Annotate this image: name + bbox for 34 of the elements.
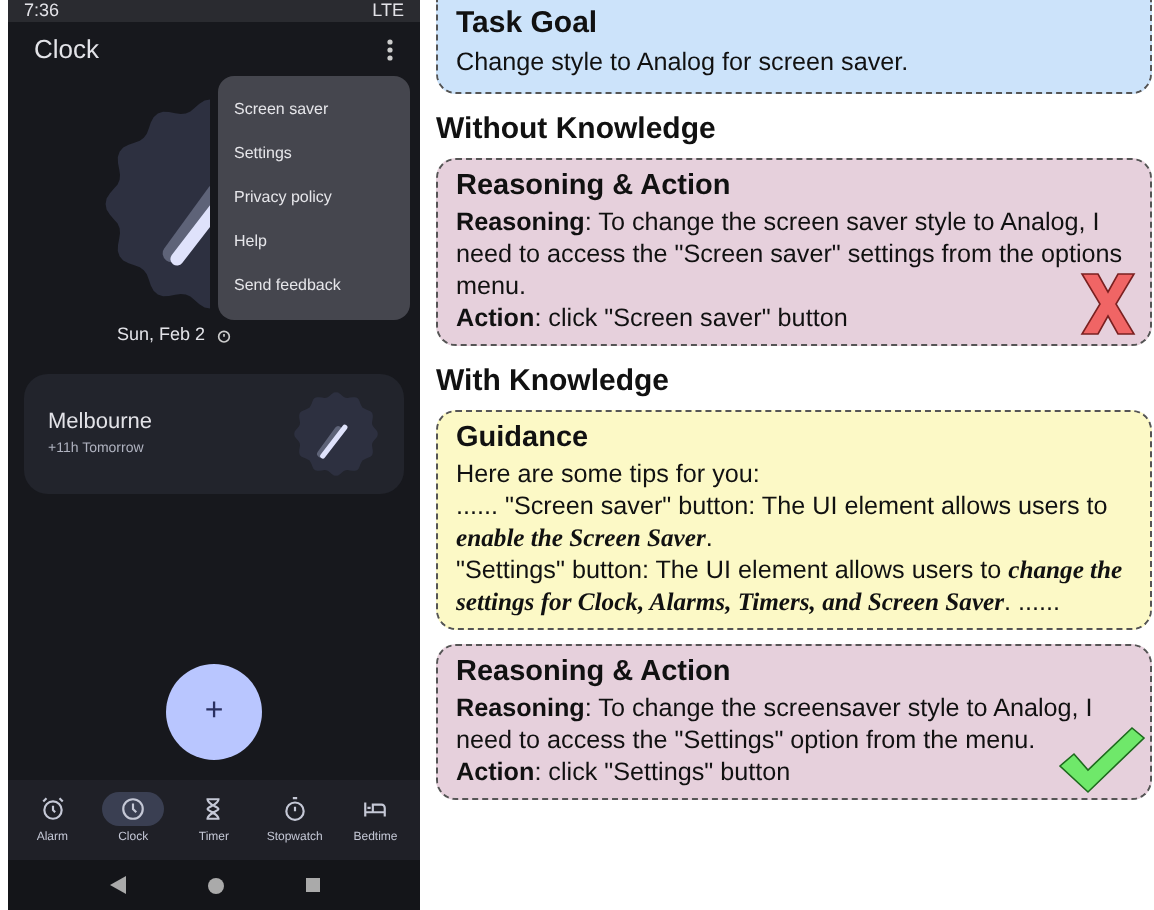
panel-text: Here are some tips for you:	[456, 458, 762, 490]
menu-item[interactable]: Screen saver	[218, 88, 410, 132]
small-clock-drawing	[292, 389, 380, 477]
menu-item[interactable]: Help	[218, 220, 410, 264]
stopwatch-icon	[281, 796, 308, 822]
city-name: Melbourne	[48, 408, 152, 438]
panel-title: Reasoning & Action	[456, 654, 733, 692]
panel-title: Guidance	[456, 420, 591, 458]
panel-title: Task Goal	[456, 4, 600, 44]
menu-item[interactable]: Settings	[218, 132, 410, 176]
section-heading: Without Knowledge	[436, 110, 718, 150]
app-title: Clock	[34, 32, 100, 69]
status-time: 7:36	[24, 2, 60, 20]
panel-text: Action: click "Settings" button	[456, 756, 793, 788]
add-button[interactable]: +	[166, 664, 262, 760]
network-label: LTE	[372, 2, 404, 20]
panel-text: Reasoning: To change the screen saver style to Analog, I need to access the "Screen saver" settings from the options menu.	[456, 206, 1125, 302]
panel-text: Change style to Analog for screen saver.	[456, 46, 911, 80]
panel-text: Reasoning: To change the screensaver style to Analog, I need to access the "Settings" option from the menu.	[456, 692, 1095, 756]
more-options-icon[interactable]	[386, 38, 394, 62]
home-icon[interactable]	[207, 877, 223, 893]
panel-text: ...... "Screen saver" button: The UI element allows users to enable the Screen Saver.	[456, 490, 1110, 554]
section-heading: With Knowledge	[436, 362, 672, 402]
alarm-clock-icon	[215, 327, 232, 344]
recents-icon[interactable]	[305, 878, 319, 892]
panel-text: Action: click "Screen saver" button	[456, 302, 850, 334]
panel-title: Reasoning & Action	[456, 168, 733, 206]
clock-icon	[120, 796, 147, 822]
date-label: Sun, Feb 2	[116, 322, 206, 348]
back-icon[interactable]	[109, 876, 125, 894]
menu-item[interactable]: Privacy policy	[218, 176, 410, 220]
panel-text: "Settings" button: The UI element allows users to change the settings for Clock, Alarms, Timers, and Screen Saver. ......	[456, 554, 1125, 618]
menu-item[interactable]: Send feedback	[218, 264, 410, 308]
alarm-clock-icon	[39, 796, 66, 822]
